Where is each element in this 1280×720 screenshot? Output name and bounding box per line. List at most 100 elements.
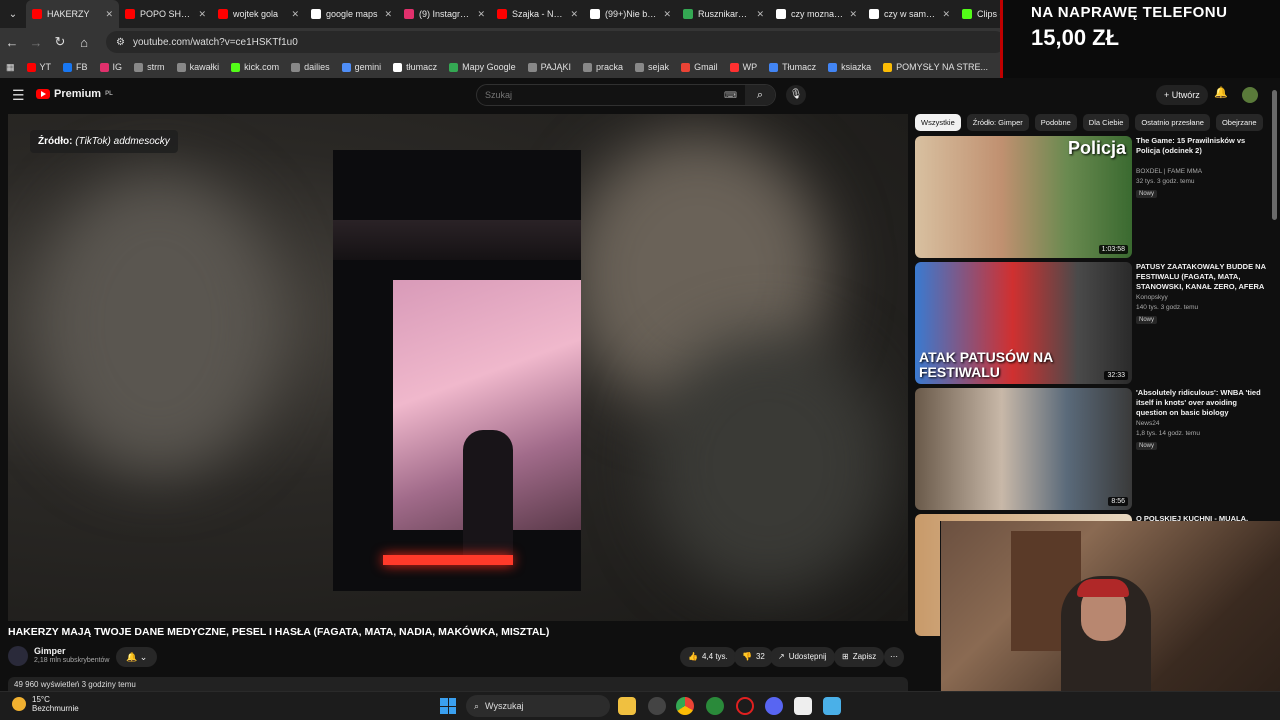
bookmark-item[interactable]: PAJĄKI (527, 62, 571, 72)
notifications-icon[interactable]: 🔔 (1214, 86, 1228, 99)
filter-chip[interactable]: Dla Ciebie (1082, 114, 1130, 131)
bookmark-item[interactable]: ksiazka (828, 62, 871, 72)
filter-chip[interactable]: Źródło: Gimper (966, 114, 1029, 131)
menu-icon[interactable]: ☰ (12, 87, 25, 104)
recommendation-item[interactable]: Policja 1:03:58 The Game: 15 Prawilniskó… (915, 136, 1270, 258)
close-tab-icon[interactable]: ✕ (942, 9, 950, 20)
notes-icon[interactable] (794, 697, 812, 715)
search-button[interactable]: ⌕ (745, 85, 775, 105)
recommendation-thumbnail[interactable]: ATAK PATUSÓW NA FESTIWALU 32:33 (915, 262, 1132, 384)
recommendation-title[interactable]: The Game: 15 Prawilnisków vs Policja (od… (1136, 136, 1266, 156)
back-icon[interactable]: ← (0, 35, 24, 50)
chrome-icon[interactable] (676, 697, 694, 715)
bookmark-item[interactable]: YT (26, 62, 51, 72)
bookmark-item[interactable]: Gmail (681, 62, 718, 72)
browser-tab[interactable]: HAKERZY ✕ (26, 0, 119, 28)
video-player[interactable]: Źródło: (TikTok) addmesocky (8, 114, 908, 621)
account-avatar[interactable] (1242, 87, 1258, 103)
bookmark-item[interactable]: strm (134, 62, 165, 72)
recommendation-title[interactable]: 'Absolutely ridiculous': WNBA 'tied itse… (1136, 388, 1266, 418)
channel-name[interactable]: Gimper (34, 646, 66, 656)
filter-chip[interactable]: Wszystkie (915, 114, 961, 131)
browser-tab[interactable]: czy w samsungu ✕ (863, 0, 956, 28)
browser-tab[interactable]: czy mozna wziac ✕ (770, 0, 863, 28)
recommendation-thumbnail[interactable]: 8:56 (915, 388, 1132, 510)
weather-widget[interactable]: 15°C Bezchmurnie (12, 695, 79, 713)
site-info-icon[interactable]: ⚙ (116, 37, 125, 48)
close-tab-icon[interactable]: ✕ (105, 9, 113, 20)
search-input[interactable] (477, 90, 724, 100)
browser-icon[interactable] (706, 697, 724, 715)
close-tab-icon[interactable]: ✕ (198, 9, 206, 20)
bookmark-item[interactable]: gemini (341, 62, 381, 72)
mic-icon[interactable]: 🎙 (786, 85, 806, 105)
taskbar-search[interactable]: ⌕ Wyszukaj (466, 695, 610, 717)
more-actions-button[interactable]: ⋯ (884, 647, 904, 667)
close-tab-icon[interactable]: ✕ (477, 9, 485, 20)
bookmark-item[interactable]: kawałki (176, 62, 219, 72)
tab-search-icon[interactable]: ⌄ (0, 9, 26, 20)
browser-tab[interactable]: (99+)Nie będę u ✕ (584, 0, 677, 28)
close-tab-icon[interactable]: ✕ (849, 9, 857, 20)
youtube-play-icon (36, 89, 50, 99)
recommendation-title[interactable]: PATUSY ZAATAKOWAŁY BUDDE NA FESTIWALU (F… (1136, 262, 1266, 292)
close-tab-icon[interactable]: ✕ (384, 9, 392, 20)
bookmark-item[interactable]: POMYSŁY NA STRE... (883, 62, 988, 72)
recommendation-channel[interactable]: News24 (1136, 420, 1159, 427)
bookmark-item[interactable]: kick.com (231, 62, 279, 72)
bookmark-item[interactable]: Tłumacz (769, 62, 816, 72)
filter-chip[interactable]: Podobne (1034, 114, 1077, 131)
browser-tab[interactable]: Szajka - Nowa H ✕ (491, 0, 584, 28)
reload-icon[interactable]: ↻ (48, 34, 72, 50)
share-button[interactable]: ↗ Udostępnij (770, 647, 835, 667)
recommendation-item[interactable]: ATAK PATUSÓW NA FESTIWALU 32:33 PATUSY Z… (915, 262, 1270, 384)
discord-icon[interactable] (765, 697, 783, 715)
opera-icon[interactable] (736, 697, 754, 715)
bookmark-item[interactable]: WP (729, 62, 757, 72)
url-field[interactable]: ⚙ youtube.com/watch?v=ce1HSKTf1u0 (106, 31, 1006, 53)
browser-tab[interactable]: wojtek gola ✕ (212, 0, 305, 28)
start-button[interactable] (440, 698, 456, 714)
save-button[interactable]: ⊞ Zapisz (834, 647, 885, 667)
recommendation-channel[interactable]: Konopskyy (1136, 294, 1168, 301)
youtube-logo[interactable]: Premium PL (36, 88, 113, 100)
filter-chip[interactable]: Ostatnio przesłane (1135, 114, 1210, 131)
bookmark-label: Gmail (694, 62, 718, 72)
search-box: ⌨ ⌕ (476, 84, 776, 106)
bookmarks-apps-icon[interactable]: ▦ (6, 62, 15, 73)
bookmark-item[interactable]: sejak (635, 62, 669, 72)
bookmark-item[interactable]: dailies (291, 62, 330, 72)
bookmark-item[interactable]: FB (63, 62, 88, 72)
notepad-icon[interactable] (823, 697, 841, 715)
bookmark-item[interactable]: IG (99, 62, 122, 72)
close-tab-icon[interactable]: ✕ (663, 9, 671, 20)
close-tab-icon[interactable]: ✕ (570, 9, 578, 20)
bookmark-item[interactable]: tłumacz (393, 62, 437, 72)
home-icon[interactable]: ⌂ (72, 35, 96, 50)
app-icon[interactable] (648, 697, 666, 715)
bookmark-item[interactable]: pracka (583, 62, 623, 72)
bookmark-icon (134, 62, 144, 72)
file-explorer-icon[interactable] (618, 697, 636, 715)
close-tab-icon[interactable]: ✕ (756, 9, 764, 20)
bookmark-label: kick.com (244, 62, 280, 72)
like-button[interactable]: 👍 4,4 tys. (680, 647, 736, 667)
browser-tab[interactable]: google maps ✕ (305, 0, 398, 28)
keyboard-icon[interactable]: ⌨ (724, 90, 737, 101)
recommendation-item[interactable]: 8:56 'Absolutely ridiculous': WNBA 'tied… (915, 388, 1270, 510)
forward-icon[interactable]: → (24, 35, 48, 50)
browser-tab[interactable]: (9) Instagram ✕ (398, 0, 491, 28)
recommendation-channel[interactable]: BOXDEL | FAME MMA (1136, 168, 1202, 175)
filter-chip[interactable]: Obejrzane (1215, 114, 1263, 131)
channel-avatar[interactable] (8, 646, 28, 666)
browser-tab[interactable]: POPO SHOT ✕ (119, 0, 212, 28)
create-button[interactable]: + Utwórz (1156, 85, 1208, 105)
scrollbar[interactable] (1272, 90, 1277, 220)
dislike-button[interactable]: 👎 32 (734, 647, 773, 667)
browser-tab[interactable]: Rusznikarska-De ✕ (677, 0, 770, 28)
recommendation-thumbnail[interactable]: Policja 1:03:58 (915, 136, 1132, 258)
subscription-bell-button[interactable]: 🔔 ⌄ (116, 647, 158, 667)
close-tab-icon[interactable]: ✕ (291, 9, 299, 20)
description-box[interactable]: 49 960 wyświetleń 3 godziny temu (8, 677, 908, 691)
bookmark-item[interactable]: Mapy Google (449, 62, 516, 72)
